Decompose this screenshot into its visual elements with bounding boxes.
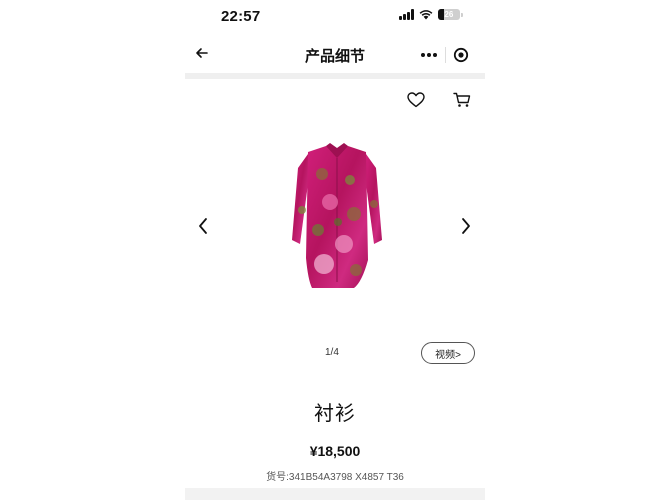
battery-level: 26 (444, 10, 454, 19)
more-dots-icon[interactable] (413, 53, 445, 57)
product-sku: 货号:341B54A3798 X4857 T36 (266, 472, 404, 483)
phone-screen: 22:57 26 产品细节 1/4 视频> 衬衫 ¥18,500 货号:341B… (185, 0, 485, 500)
battery-icon: 26 (437, 9, 463, 20)
status-time: 22:57 (221, 8, 261, 25)
heart-icon[interactable] (407, 92, 425, 108)
status-icons: 26 (399, 9, 463, 20)
product-price: ¥18,500 (309, 443, 361, 459)
video-button[interactable]: 视频> (421, 342, 475, 364)
carousel-pager: 1/4 (325, 347, 339, 358)
product-image-shirt[interactable] (282, 140, 392, 300)
chevron-left-icon[interactable] (197, 217, 209, 235)
product-name: 衬衫 (314, 403, 356, 425)
wifi-icon (419, 10, 433, 20)
signal-icon (399, 9, 414, 20)
mini-program-capsule (413, 42, 477, 68)
bottom-divider (185, 488, 485, 500)
cart-icon[interactable] (453, 92, 471, 108)
chevron-right-icon[interactable] (460, 217, 472, 235)
nav-bar: 产品细节 (185, 40, 485, 70)
nav-divider (185, 73, 485, 79)
close-target-icon[interactable] (445, 47, 477, 63)
